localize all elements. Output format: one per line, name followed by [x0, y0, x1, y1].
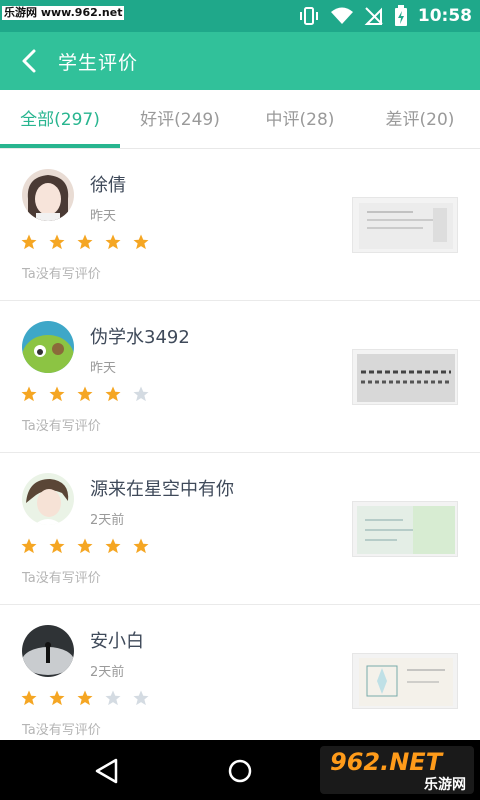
app-bar: 学生评价: [0, 32, 480, 90]
clock: 10:58: [417, 6, 472, 26]
status-bar: 乐游网 www.962.net 10:58: [0, 0, 480, 32]
wifi-icon: [330, 7, 353, 24]
star-empty-icon: [133, 386, 149, 402]
nav-home-icon[interactable]: [227, 758, 253, 784]
review-item[interactable]: 徐倩 昨天 Ta没有写评价: [0, 149, 480, 301]
star-filled-icon: [49, 690, 65, 706]
avatar[interactable]: [22, 321, 74, 373]
page-title: 学生评价: [58, 52, 139, 74]
rating-stars: [20, 233, 150, 251]
star-empty-icon: [133, 690, 149, 706]
avatar[interactable]: [22, 625, 74, 677]
logo-text-top: 962.NET: [330, 748, 443, 776]
tab-positive[interactable]: 好评(249): [120, 90, 240, 148]
review-comment: Ta没有写评价: [22, 723, 101, 738]
review-time: 2天前: [90, 665, 125, 680]
tab-bar: 全部(297) 好评(249) 中评(28) 差评(20): [0, 90, 480, 149]
status-icons: 10:58: [298, 0, 472, 32]
star-filled-icon: [21, 690, 37, 706]
review-comment: Ta没有写评价: [22, 419, 101, 434]
no-sim-icon: [364, 7, 383, 25]
avatar[interactable]: [22, 169, 74, 221]
star-filled-icon: [77, 538, 93, 554]
back-arrow-icon[interactable]: [16, 47, 44, 75]
star-filled-icon: [77, 234, 93, 250]
review-time: 2天前: [90, 513, 125, 528]
review-comment: Ta没有写评价: [22, 571, 101, 586]
reviewer-name: 伪学水3492: [90, 327, 190, 348]
star-filled-icon: [105, 386, 121, 402]
star-filled-icon: [49, 234, 65, 250]
homework-thumbnail[interactable]: [352, 653, 458, 709]
star-filled-icon: [133, 234, 149, 250]
rating-stars: [20, 689, 150, 707]
star-filled-icon: [105, 234, 121, 250]
star-filled-icon: [21, 386, 37, 402]
battery-icon: [394, 5, 407, 26]
nav-back-icon[interactable]: [94, 758, 120, 784]
star-filled-icon: [21, 234, 37, 250]
homework-thumbnail[interactable]: [352, 349, 458, 405]
star-filled-icon: [77, 690, 93, 706]
avatar[interactable]: [22, 473, 74, 525]
logo-text-bottom: 乐游网: [424, 777, 466, 793]
watermark: 乐游网 www.962.net: [2, 6, 125, 20]
watermark-logo: 962.NET 乐游网: [320, 746, 474, 794]
tab-neutral[interactable]: 中评(28): [240, 90, 360, 148]
homework-thumbnail[interactable]: [352, 197, 458, 253]
star-filled-icon: [133, 538, 149, 554]
review-comment: Ta没有写评价: [22, 267, 101, 282]
review-item[interactable]: 伪学水3492 昨天 Ta没有写评价: [0, 301, 480, 453]
reviewer-name: 源来在星空中有你: [90, 479, 234, 500]
rating-stars: [20, 385, 150, 403]
review-time: 昨天: [90, 361, 117, 376]
star-filled-icon: [49, 538, 65, 554]
system-nav-bar: 962.NET 乐游网: [0, 740, 480, 800]
review-list: 徐倩 昨天 Ta没有写评价 伪学水3492 昨天 Ta没有写评价 源来在星空中有…: [0, 149, 480, 757]
tab-indicator: [0, 144, 120, 148]
tab-negative[interactable]: 差评(20): [360, 90, 480, 148]
review-time: 昨天: [90, 209, 117, 224]
reviewer-name: 徐倩: [90, 175, 126, 196]
star-filled-icon: [77, 386, 93, 402]
star-filled-icon: [105, 538, 121, 554]
star-filled-icon: [21, 538, 37, 554]
review-item[interactable]: 安小白 2天前 Ta没有写评价: [0, 605, 480, 757]
review-item[interactable]: 源来在星空中有你 2天前 Ta没有写评价: [0, 453, 480, 605]
tab-all[interactable]: 全部(297): [0, 90, 120, 148]
reviewer-name: 安小白: [90, 631, 144, 652]
vibrate-icon: [299, 7, 318, 25]
star-empty-icon: [105, 690, 121, 706]
star-filled-icon: [49, 386, 65, 402]
rating-stars: [20, 537, 150, 555]
homework-thumbnail[interactable]: [352, 501, 458, 557]
